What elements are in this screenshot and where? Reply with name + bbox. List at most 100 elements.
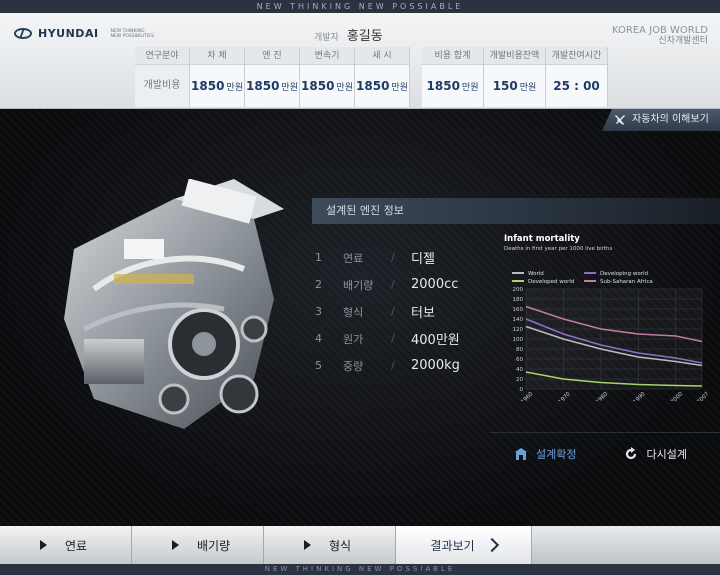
spec-separator: / xyxy=(391,251,395,264)
car-info-label: 자동차의 이해보기 xyxy=(632,114,709,125)
confirm-design-button[interactable]: 설계확정 xyxy=(490,446,600,462)
spec-row: 1 연료 / 디젤 xyxy=(315,244,505,271)
top-tagline-bar: NEW THINKING NEW POSSIABLE xyxy=(0,0,720,13)
view-result-label: 결과보기 xyxy=(430,538,475,553)
top-tagline: NEW THINKING NEW POSSIABLE xyxy=(256,2,464,11)
cost-item-number: 1850 xyxy=(191,79,225,93)
confirm-design-label: 설계확정 xyxy=(536,447,577,461)
spec-number: 1 xyxy=(315,251,322,264)
spec-number: 2 xyxy=(315,278,322,291)
engine-spec-list: 1 연료 / 디젤 2 배기량 / 2000cc 3 형식 / 터보 4 원가 … xyxy=(315,244,505,379)
nav-type-button[interactable]: 형식 xyxy=(264,526,396,564)
x-tick-label: 1980 xyxy=(595,391,609,401)
spec-separator: / xyxy=(391,305,395,318)
bottom-nav: 연료 배기량 형식 결과보기 xyxy=(0,526,720,564)
nav-fuel-button[interactable]: 연료 xyxy=(0,526,132,564)
legend-label: Developing world xyxy=(600,271,648,277)
spec-number: 3 xyxy=(315,305,322,318)
spec-separator: / xyxy=(391,278,395,291)
cost-item-transmission: 변속기 1850 만원 xyxy=(300,47,355,107)
x-tick-label: 2007 xyxy=(696,391,710,401)
spec-name: 형식 xyxy=(343,305,364,319)
play-arrow-icon xyxy=(40,540,47,550)
main-stage: 자동차의 이해보기 설계된 엔진 정보 1 연료 / 디젤 2 배기량 / 20… xyxy=(0,109,720,526)
y-tick-label: 200 xyxy=(513,287,524,293)
summary-label: 비용 합계 xyxy=(422,47,483,65)
x-tick-label: 1970 xyxy=(558,391,572,401)
summary-balance: 개발비용잔액 150 만원 xyxy=(484,47,546,107)
redesign-label: 다시설계 xyxy=(646,447,687,461)
summary-number: 150 xyxy=(492,79,518,93)
cost-item-number: 1850 xyxy=(246,79,280,93)
spec-value: 터보 xyxy=(411,306,435,321)
stats-header-label: 연구분야 xyxy=(135,47,189,65)
y-tick-label: 20 xyxy=(516,377,523,383)
spec-separator: / xyxy=(391,359,395,372)
cost-stats: 연구분야 개발비용 차 체 1850 만원 엔 진 1850 만원 변속기 1850… xyxy=(135,47,608,107)
x-tick-label: 2000 xyxy=(670,391,684,401)
designer-info: 개발자 홍길동 xyxy=(314,25,383,44)
y-tick-label: 140 xyxy=(513,317,524,323)
legend-label: World xyxy=(528,271,544,277)
cost-item-number: 1850 xyxy=(301,79,335,93)
cost-item-engine: 엔 진 1850 만원 xyxy=(245,47,300,107)
brand-name: HYUNDAI xyxy=(38,27,99,40)
stats-gap xyxy=(410,47,422,107)
y-tick-label: 40 xyxy=(516,367,523,373)
stats-row-labels: 연구분야 개발비용 xyxy=(135,47,190,107)
action-bar: 설계확정 다시설계 xyxy=(490,432,720,474)
y-tick-label: 80 xyxy=(516,347,523,353)
summary-unit: 만원 xyxy=(519,83,537,93)
summary-time: 개발잔여시간 25 : 00 xyxy=(546,47,608,107)
tools-icon xyxy=(615,115,625,125)
center-badge: KOREA JOB WORLD 신차개발센터 xyxy=(612,25,708,47)
cost-item-value: 1850 만원 xyxy=(245,65,299,107)
spec-row: 4 원가 / 400만원 xyxy=(315,325,505,352)
summary-value: 25 : 00 xyxy=(546,65,607,107)
car-info-tab[interactable]: 자동차의 이해보기 xyxy=(602,109,720,131)
redesign-button[interactable]: 다시설계 xyxy=(600,446,710,462)
cost-item-value: 1850 만원 xyxy=(190,65,244,107)
summary-value: 1850 만원 xyxy=(422,65,483,107)
brand-logo: HYUNDAI NEW THINKING NEW POSSIBILITIES xyxy=(14,27,154,40)
cost-item-label: 엔 진 xyxy=(245,47,299,65)
designer-name: 홍길동 xyxy=(346,29,383,44)
cost-item-value: 1850 만원 xyxy=(355,65,409,107)
spec-row: 5 중량 / 2000kg xyxy=(315,352,505,379)
chevron-right-icon xyxy=(484,537,499,553)
footer-tagline-bar: NEW THINKING NEW POSSIABLE xyxy=(0,564,720,575)
spec-value: 디젤 xyxy=(411,252,435,267)
footer-tagline: NEW THINKING NEW POSSIABLE xyxy=(264,565,456,573)
y-tick-label: 180 xyxy=(513,297,524,303)
spec-row: 3 형식 / 터보 xyxy=(315,298,505,325)
stats-value-label: 개발비용 xyxy=(135,65,189,107)
spec-name: 원가 xyxy=(343,332,364,346)
engine-image xyxy=(64,179,284,429)
cost-item-number: 1850 xyxy=(356,79,390,93)
play-arrow-icon xyxy=(172,540,179,550)
y-tick-label: 0 xyxy=(520,387,524,393)
cost-item-unit: 만원 xyxy=(226,83,243,93)
summary-number: 1850 xyxy=(426,79,460,93)
legend-label: Sub-Saharan Africa xyxy=(600,279,653,285)
nav-label: 형식 xyxy=(329,538,352,553)
refresh-icon xyxy=(626,446,637,459)
hyundai-logo-icon xyxy=(14,28,32,39)
y-tick-label: 100 xyxy=(513,337,524,343)
view-result-button[interactable]: 결과보기 xyxy=(396,526,532,564)
cost-item-body: 차 체 1850 만원 xyxy=(190,47,245,107)
center-line2: 신차개발센터 xyxy=(658,36,708,46)
spec-value: 400만원 xyxy=(411,333,460,348)
legend-label: Developed world xyxy=(528,279,574,285)
summary-number: 25 : 00 xyxy=(553,79,600,93)
cost-item-label: 차 체 xyxy=(190,47,244,65)
summary-total: 비용 합계 1850 만원 xyxy=(422,47,484,107)
center-line1: KOREA JOB WORLD xyxy=(611,25,708,36)
summary-unit: 만원 xyxy=(461,83,479,93)
spec-name: 연료 xyxy=(343,251,364,265)
y-tick-label: 160 xyxy=(513,307,524,313)
nav-displacement-button[interactable]: 배기량 xyxy=(132,526,264,564)
cost-item-label: 변속기 xyxy=(300,47,354,65)
play-arrow-icon xyxy=(304,540,311,550)
brand-tagline: NEW THINKING NEW POSSIBILITIES xyxy=(111,29,154,39)
